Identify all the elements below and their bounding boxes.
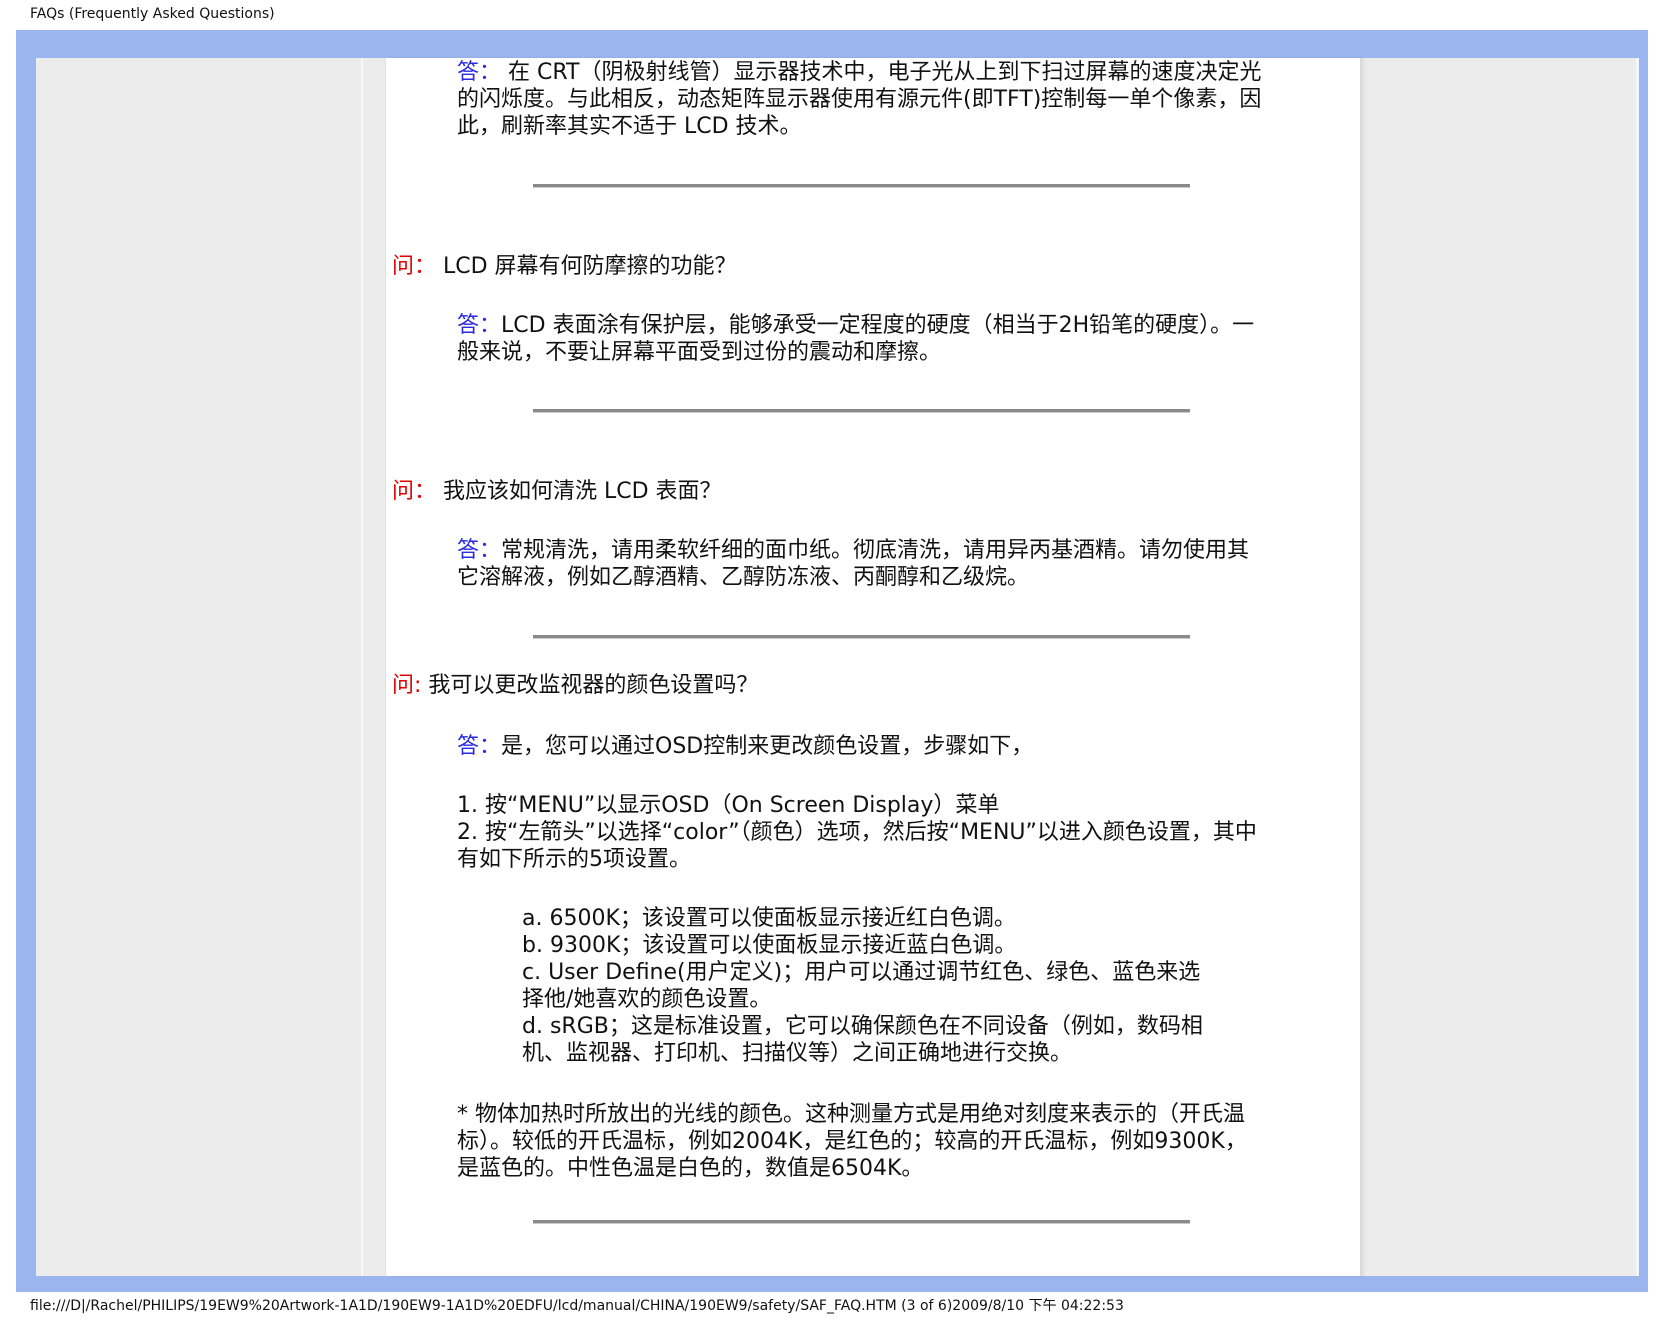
step-item: 1. 按“MENU”以显示OSD（On Screen Display）菜单 xyxy=(457,793,1000,818)
answer-text: 在 CRT（阴极射线管）显示器技术中，电子光从上到下扫过屏幕的速度决定光的闪烁度… xyxy=(457,60,1262,139)
option-item: c. User Define(用户定义)；用户可以通过调节红色、绿色、蓝色来选择… xyxy=(522,960,1201,1012)
answer-block: 答：LCD 表面涂有保护层，能够承受一定程度的硬度（相当于2H铅笔的硬度）。一般… xyxy=(457,312,1267,366)
answer-label: 答： xyxy=(457,734,502,759)
option-item: d. sRGB；这是标准设置，它可以确保颜色在不同设备（例如，数码相机、监视器、… xyxy=(522,1014,1203,1066)
question-text: 我可以更改监视器的颜色设置吗？ xyxy=(421,673,759,698)
question-text: LCD 屏幕有何防摩擦的功能？ xyxy=(436,254,737,279)
question-block: 问： 我应该如何清洗 LCD 表面？ xyxy=(392,478,722,506)
left-sidebar-column xyxy=(36,58,363,1276)
content-shadow xyxy=(1360,58,1366,1276)
answer-block: 答：常规清洗，请用柔软纤细的面巾纸。彻底清洗，请用异丙基酒精。请勿使用其它溶解液… xyxy=(457,537,1267,591)
question-block: 问: 我可以更改监视器的颜色设置吗？ xyxy=(392,672,758,700)
question-label: 问： xyxy=(392,254,437,279)
answer-label: 答： xyxy=(457,60,502,85)
print-header-title: FAQs (Frequently Asked Questions) xyxy=(30,6,275,22)
divider xyxy=(533,409,1190,413)
answer-text: 是，您可以通过OSD控制来更改颜色设置，步骤如下， xyxy=(501,734,1034,759)
steps-list: 1. 按“MENU”以显示OSD（On Screen Display）菜单 2.… xyxy=(457,792,1267,873)
divider xyxy=(533,184,1190,188)
option-item: a. 6500K；该设置可以使面板显示接近红白色调。 xyxy=(522,906,1016,931)
print-footer-path: file:///D|/Rachel/PHILIPS/19EW9%20Artwor… xyxy=(30,1298,1124,1314)
step-item: 2. 按“左箭头”以选择“color”（颜色）选项，然后按“MENU”以进入颜色… xyxy=(457,820,1257,872)
answer-block: 答： 在 CRT（阴极射线管）显示器技术中，电子光从上到下扫过屏幕的速度决定光的… xyxy=(457,59,1267,140)
content-panel xyxy=(385,58,1361,1276)
answer-block: 答：是，您可以通过OSD控制来更改颜色设置，步骤如下， xyxy=(457,733,1267,760)
divider xyxy=(533,1220,1190,1224)
answer-label: 答： xyxy=(457,313,502,338)
answer-label: 答： xyxy=(457,538,502,563)
divider xyxy=(533,635,1190,639)
frame-edge xyxy=(1636,58,1639,1276)
question-text: 我应该如何清洗 LCD 表面？ xyxy=(436,479,722,504)
answer-text: LCD 表面涂有保护层，能够承受一定程度的硬度（相当于2H铅笔的硬度）。一般来说… xyxy=(457,313,1255,365)
color-options-list: a. 6500K；该设置可以使面板显示接近红白色调。 b. 9300K；该设置可… xyxy=(522,905,1212,1067)
option-item: b. 9300K；该设置可以使面板显示接近蓝白色调。 xyxy=(522,933,1017,958)
question-label: 问: xyxy=(392,673,422,698)
answer-text: 常规清洗，请用柔软纤细的面巾纸。彻底清洗，请用异丙基酒精。请勿使用其它溶解液，例… xyxy=(457,538,1250,590)
question-label: 问： xyxy=(392,479,437,504)
color-temperature-note: * 物体加热时所放出的光线的颜色。这种测量方式是用绝对刻度来表示的（开氏温标）。… xyxy=(457,1102,1247,1181)
question-block: 问： LCD 屏幕有何防摩擦的功能？ xyxy=(392,253,737,281)
